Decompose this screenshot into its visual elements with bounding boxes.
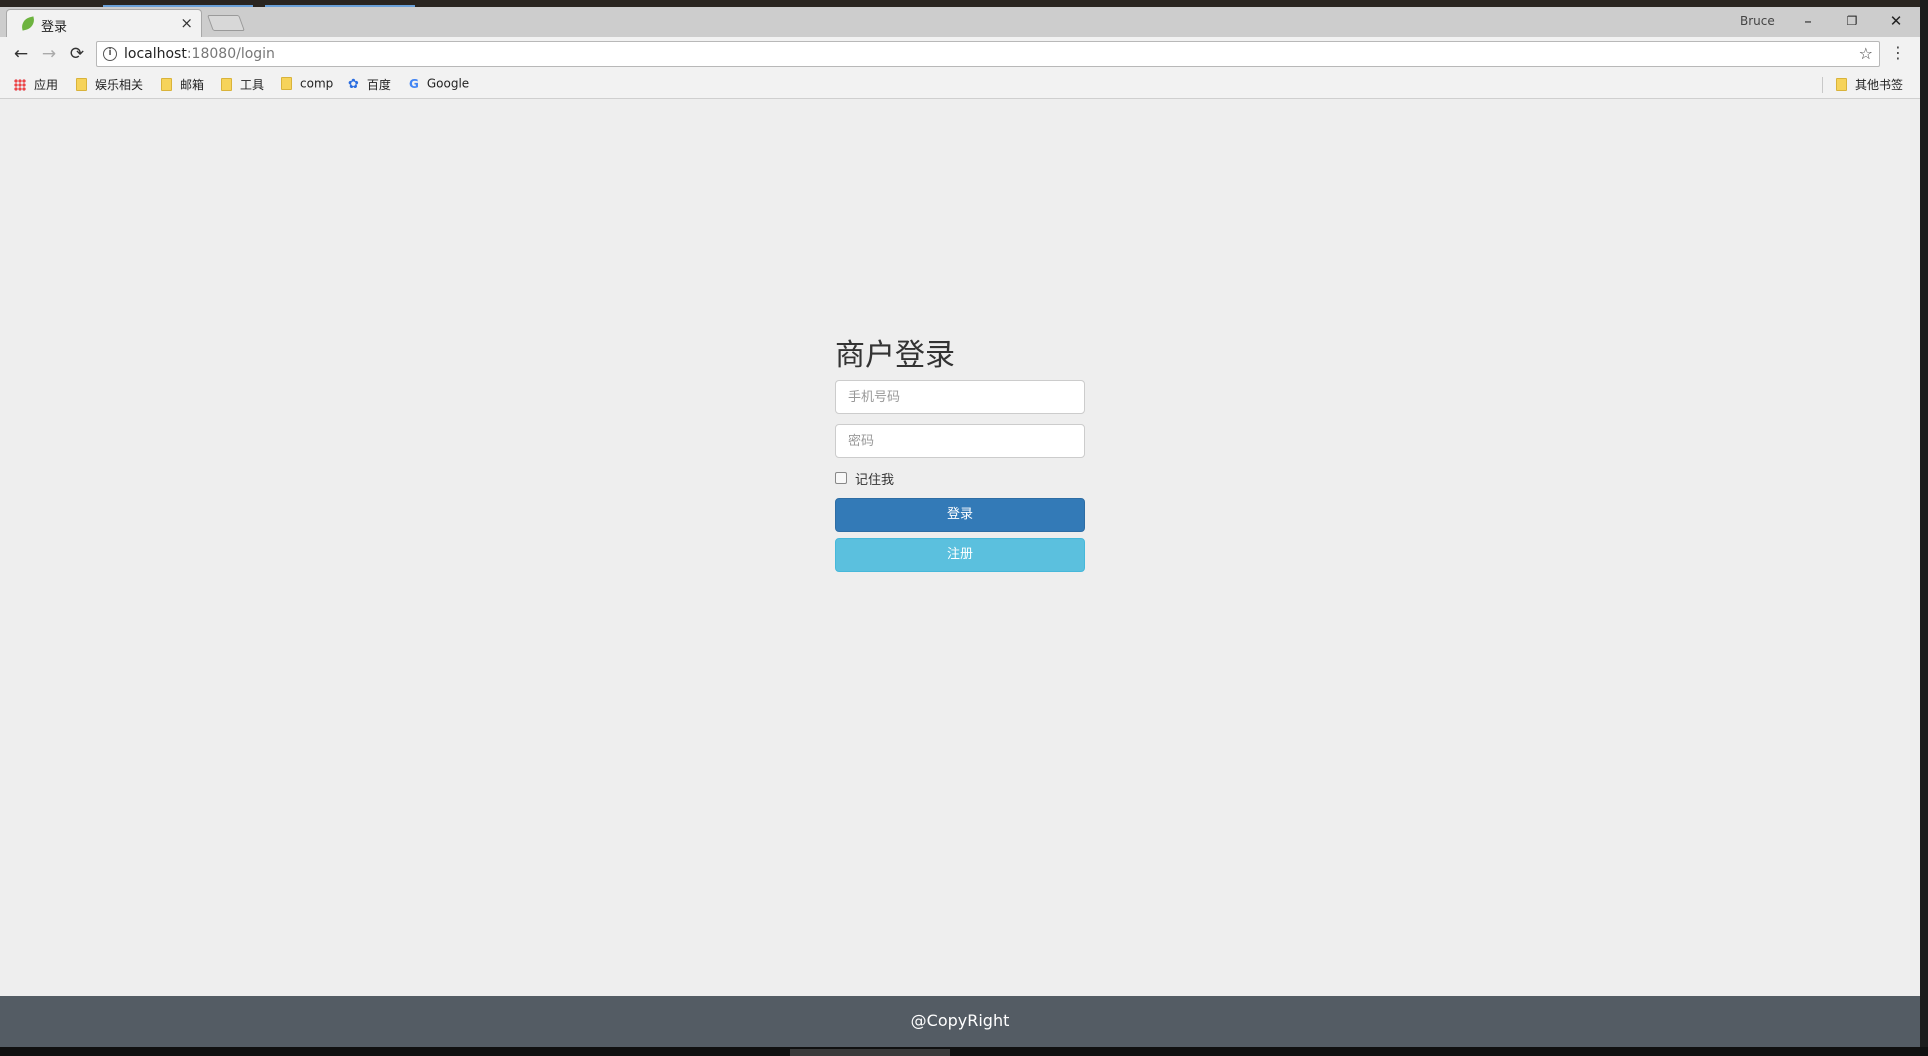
folder-icon	[281, 77, 292, 90]
baidu-paw-icon: ✿	[348, 77, 359, 92]
page-title: 商户登录	[835, 338, 955, 373]
reload-icon[interactable]: ⟳	[65, 43, 89, 65]
tab-close-icon[interactable]: ×	[180, 14, 193, 32]
remember-label: 记住我	[855, 472, 895, 488]
password-input[interactable]	[835, 424, 1085, 458]
browser-toolbar: ← → ⟳ i localhost:18080/login ☆ ⋮	[0, 37, 1920, 71]
google-icon: G	[409, 76, 419, 91]
bookmark-mail[interactable]: 邮箱	[161, 76, 204, 94]
browser-window: 登录 × Bruce – ❐ ✕ ← → ⟳ i localhost:18080…	[0, 7, 1920, 1047]
apps-icon	[14, 78, 26, 91]
minimize-icon[interactable]: –	[1786, 9, 1830, 35]
bookmark-apps[interactable]: 应用	[14, 76, 58, 94]
close-window-icon[interactable]: ✕	[1874, 9, 1918, 35]
new-tab-button[interactable]	[207, 15, 245, 31]
folder-icon	[76, 78, 87, 91]
bookmark-other[interactable]: 其他书签	[1836, 76, 1903, 94]
folder-icon	[161, 78, 172, 91]
taskbar-item[interactable]	[790, 1049, 950, 1056]
login-button[interactable]: 登录	[835, 498, 1085, 532]
info-icon[interactable]: i	[103, 47, 117, 61]
remember-checkbox[interactable]	[835, 472, 847, 484]
register-button[interactable]: 注册	[835, 538, 1085, 572]
remember-me[interactable]: 记住我	[835, 468, 1085, 488]
bookmark-google[interactable]: G Google	[409, 76, 469, 94]
page-content: 商户登录 记住我 登录 注册	[0, 100, 1920, 996]
bookmark-entertainment[interactable]: 娱乐相关	[76, 76, 143, 94]
desktop-edge	[1920, 0, 1928, 1056]
bookmarks-bar: 应用 娱乐相关 邮箱 工具 comp ✿ 百度 G Google 其他书签	[0, 71, 1920, 99]
tab-strip: 登录 × Bruce – ❐ ✕	[0, 7, 1920, 38]
back-arrow-icon[interactable]: ←	[9, 43, 33, 65]
folder-icon	[221, 78, 232, 91]
bookmark-baidu[interactable]: ✿ 百度	[348, 76, 391, 94]
browser-menu-icon[interactable]: ⋮	[1890, 43, 1906, 62]
page-footer: @CopyRight	[0, 996, 1920, 1047]
desktop-top-strip	[0, 0, 1928, 7]
profile-name[interactable]: Bruce	[1740, 14, 1775, 28]
login-form: 商户登录 记住我 登录 注册	[835, 330, 1085, 578]
tab-title: 登录	[41, 20, 68, 35]
url-text[interactable]: localhost:18080/login	[124, 46, 275, 62]
restore-icon[interactable]: ❐	[1830, 9, 1874, 35]
forward-arrow-icon[interactable]: →	[37, 43, 61, 65]
desktop-taskbar	[0, 1047, 1928, 1056]
address-bar[interactable]: i localhost:18080/login ☆	[96, 41, 1880, 67]
bookmark-tools[interactable]: 工具	[221, 76, 264, 94]
spring-leaf-icon	[19, 16, 37, 31]
tab-login[interactable]: 登录 ×	[6, 9, 202, 38]
folder-icon	[1836, 78, 1847, 91]
phone-input[interactable]	[835, 380, 1085, 414]
bookmarks-separator	[1822, 77, 1823, 93]
bookmark-comp[interactable]: comp	[281, 76, 333, 94]
copyright-text: @CopyRight	[910, 1011, 1010, 1030]
bookmark-star-icon[interactable]: ☆	[1859, 44, 1873, 63]
